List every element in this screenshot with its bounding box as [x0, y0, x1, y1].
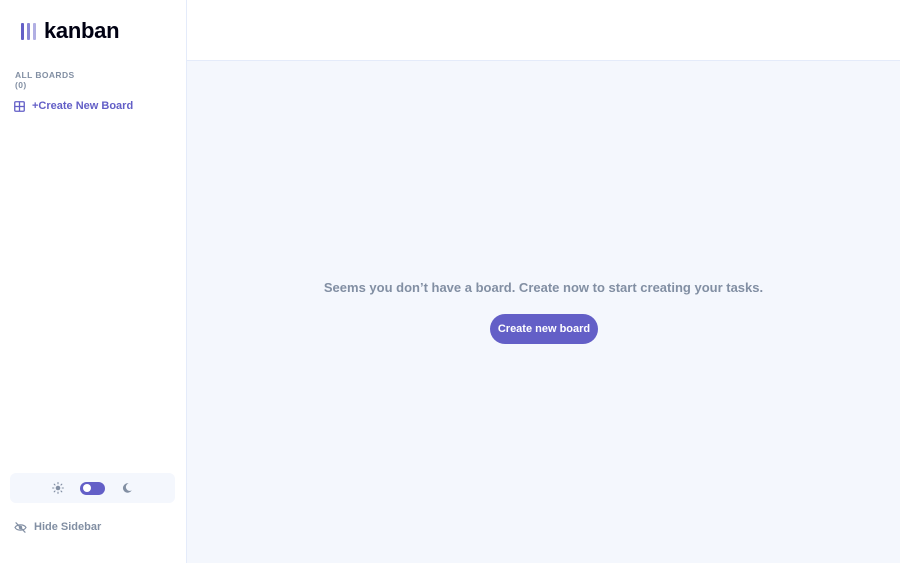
empty-state-message: Seems you don’t have a board. Create now…	[323, 280, 764, 295]
eye-slash-icon	[14, 521, 27, 533]
theme-switch-knob	[83, 484, 91, 492]
create-new-board-link[interactable]: +Create New Board	[14, 100, 133, 112]
kanban-bars-icon	[21, 22, 36, 40]
theme-switch[interactable]	[80, 481, 105, 495]
hide-sidebar-button[interactable]: Hide Sidebar	[14, 521, 101, 533]
app-logo[interactable]: kanban	[21, 18, 120, 44]
all-boards-label: ALL BOARDS	[15, 70, 75, 80]
create-new-board-label: +Create New Board	[32, 100, 134, 112]
top-header	[187, 0, 900, 61]
all-boards-heading: ALL BOARDS (0)	[15, 70, 75, 90]
app-name: kanban	[44, 18, 120, 43]
moon-icon	[122, 483, 132, 493]
create-new-board-button[interactable]: Create new board	[490, 314, 598, 344]
board-area: Seems you don’t have a board. Create now…	[187, 61, 900, 563]
board-count: (0)	[15, 80, 27, 90]
board-layout-icon	[14, 100, 25, 112]
sidebar: kanban ALL BOARDS (0) +Create New Board	[0, 0, 187, 563]
theme-toggle	[10, 473, 175, 503]
hide-sidebar-label: Hide Sidebar	[34, 521, 102, 533]
sun-icon	[52, 482, 64, 494]
